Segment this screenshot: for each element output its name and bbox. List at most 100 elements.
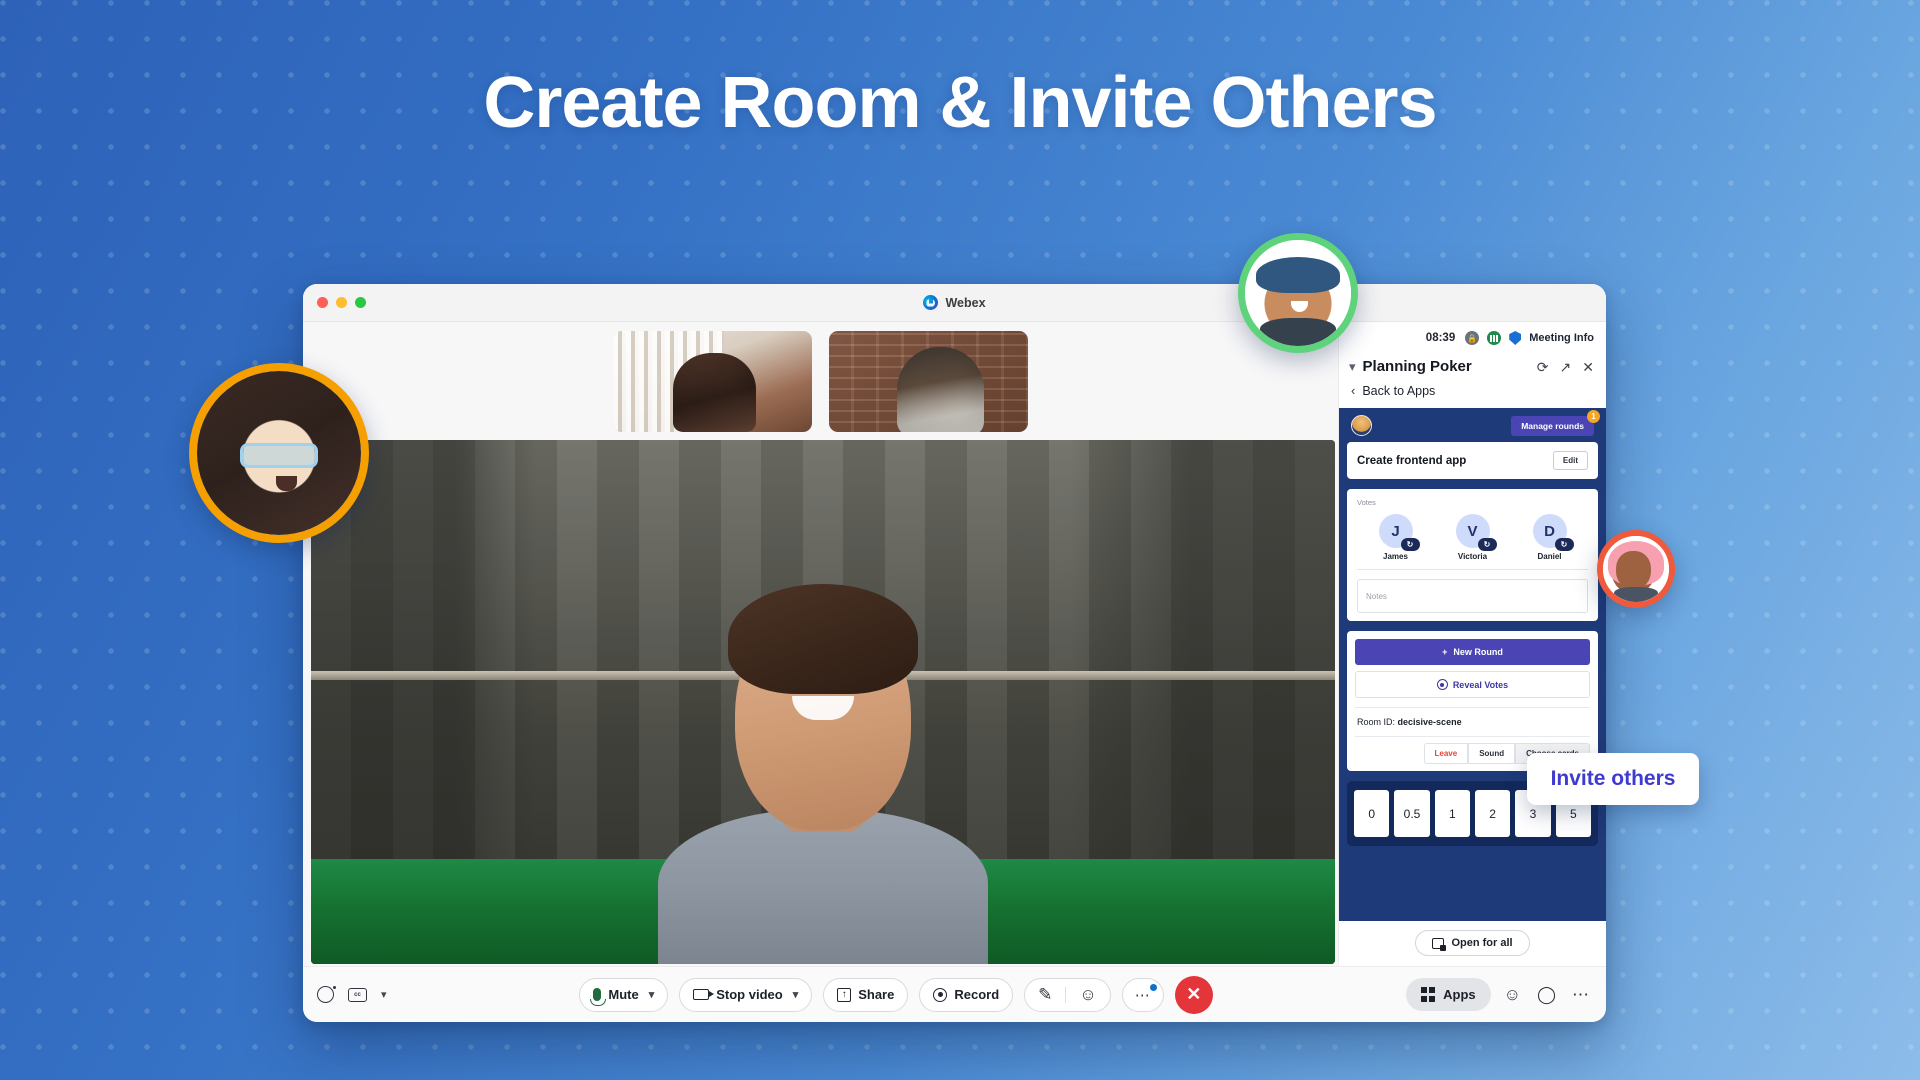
voter-item[interactable]: J ↻ James <box>1368 514 1424 561</box>
avatar-woman-sunglasses <box>189 363 369 543</box>
meeting-info-label[interactable]: Meeting Info <box>1529 332 1594 344</box>
voter-initial: V <box>1467 522 1478 540</box>
meeting-time: 08:39 <box>1425 332 1456 344</box>
voter-name: Daniel <box>1537 552 1562 561</box>
refresh-icon[interactable]: ⟳ <box>1535 360 1551 374</box>
poker-card[interactable]: 0.5 <box>1394 790 1430 837</box>
camera-icon <box>693 989 715 1000</box>
poker-card[interactable]: 0 <box>1354 790 1390 837</box>
eye-icon <box>1436 679 1448 690</box>
back-to-apps-button[interactable]: ‹ Back to Apps <box>1339 383 1606 408</box>
voter-name: Victoria <box>1457 552 1488 561</box>
stop-video-button[interactable]: Stop video ▾ <box>679 977 813 1012</box>
stop-video-label: Stop video <box>716 987 783 1002</box>
room-id-row: Room ID: decisive-scene <box>1355 707 1590 736</box>
notification-dot <box>1149 983 1157 991</box>
window-title-label: Webex <box>945 295 986 310</box>
lock-icon <box>1465 331 1480 345</box>
voter-item[interactable]: D ↻ Daniel <box>1522 514 1578 561</box>
votes-card: Votes J ↻ James V ↻ Victoria D ↻ Daniel … <box>1347 489 1598 621</box>
meeting-control-bar: cc ▾ Mute ▾ Stop video ▾ ↑ Share Record <box>303 966 1606 1022</box>
chevron-left-icon: ‹ <box>1351 383 1356 398</box>
panel-header: ▾ Planning Poker ⟳ ↗ ✕ <box>1339 354 1606 383</box>
more-options-icon[interactable]: ⋯ <box>1569 985 1592 1005</box>
active-speaker-video[interactable] <box>311 440 1335 964</box>
open-for-all-icon <box>1432 937 1447 951</box>
control-bar-left: cc ▾ <box>317 986 387 1003</box>
invite-others-tooltip[interactable]: Invite others <box>1527 753 1699 805</box>
room-id-prefix: Room ID: <box>1357 717 1396 727</box>
video-stage <box>303 322 1338 966</box>
share-button[interactable]: ↑ Share <box>823 977 909 1012</box>
window-body: 08:39 Meeting Info ▾ Planning Poker ⟳ ↗ … <box>303 322 1606 966</box>
mute-button[interactable]: Mute ▾ <box>579 977 669 1012</box>
open-for-all-button[interactable]: Open for all <box>1415 930 1530 956</box>
chevron-down-icon[interactable]: ▾ <box>793 988 799 1001</box>
end-call-button[interactable]: ✕ <box>1174 975 1213 1014</box>
sound-button[interactable]: Sound <box>1468 743 1516 764</box>
voter-avatar: V ↻ <box>1455 514 1497 551</box>
divider <box>1357 569 1588 570</box>
recording-status-icon[interactable] <box>317 986 336 1003</box>
record-label: Record <box>954 987 1000 1002</box>
participants-icon[interactable]: ☺ <box>1501 985 1524 1005</box>
topic-card: Create frontend app Edit <box>1347 442 1598 479</box>
apps-button[interactable]: Apps <box>1405 978 1491 1011</box>
window-titlebar: Webex <box>303 284 1606 322</box>
edit-topic-button[interactable]: Edit <box>1552 451 1588 470</box>
apps-grid-icon <box>1420 987 1436 1002</box>
leave-button[interactable]: Leave <box>1423 743 1469 764</box>
chevron-down-icon[interactable]: ▾ <box>381 988 387 1001</box>
avatar-shirt <box>1259 318 1337 346</box>
new-round-label: New Round <box>1453 647 1503 657</box>
chevron-down-icon[interactable]: ▾ <box>1349 360 1356 373</box>
person-smile <box>792 696 854 721</box>
pending-icon: ↻ <box>1477 538 1497 551</box>
active-speaker-person <box>658 576 988 964</box>
open-external-icon[interactable]: ↗ <box>1558 360 1574 374</box>
record-icon <box>933 987 948 1002</box>
poker-card[interactable]: 2 <box>1474 790 1511 837</box>
network-quality-icon[interactable] <box>1487 331 1502 345</box>
app-side-panel: 08:39 Meeting Info ▾ Planning Poker ⟳ ↗ … <box>1338 322 1606 966</box>
more-options-button[interactable]: ⋯ <box>1121 977 1164 1012</box>
close-icon[interactable]: ✕ <box>1580 360 1596 374</box>
participant-thumbnail-strip <box>303 322 1338 440</box>
poker-toolbar: Manage rounds 1 <box>1343 408 1602 442</box>
chevron-down-icon[interactable]: ▾ <box>649 988 655 1001</box>
room-id-value: decisive-scene <box>1397 717 1462 727</box>
participant-thumbnail[interactable] <box>613 330 812 432</box>
reactions-icon[interactable]: ☺ <box>1076 985 1099 1005</box>
user-avatar-icon <box>1351 415 1372 436</box>
control-bar-right: Apps ☺ ◯ ⋯ <box>1405 978 1592 1011</box>
topic-title: Create frontend app <box>1357 454 1467 467</box>
avatar-man-hat <box>1238 233 1358 353</box>
voter-initial: D <box>1544 522 1555 540</box>
voter-item[interactable]: V ↻ Victoria <box>1445 514 1501 561</box>
participant-thumbnail[interactable] <box>829 330 1028 432</box>
chat-icon[interactable]: ◯ <box>1534 985 1559 1005</box>
reveal-votes-button[interactable]: Reveal Votes <box>1355 671 1590 698</box>
divider <box>1065 986 1067 1003</box>
control-bar-center: Mute ▾ Stop video ▾ ↑ Share Record ✎ ☺ ⋯… <box>397 975 1396 1014</box>
annotate-icon[interactable]: ✎ <box>1035 985 1055 1005</box>
manage-rounds-label: Manage rounds <box>1521 420 1584 431</box>
notes-placeholder: Notes <box>1366 591 1387 601</box>
pending-icon: ↻ <box>1400 538 1420 551</box>
record-button[interactable]: Record <box>919 977 1014 1012</box>
closed-captions-icon[interactable]: cc <box>348 987 367 1002</box>
manage-rounds-button[interactable]: Manage rounds 1 <box>1511 409 1600 436</box>
panel-title: Planning Poker <box>1362 358 1472 375</box>
person-hair <box>728 584 918 694</box>
shield-icon <box>1509 331 1522 345</box>
poker-actions-card: + New Round Reveal Votes Room ID: decisi… <box>1347 631 1598 771</box>
notes-input[interactable]: Notes <box>1357 579 1588 613</box>
sunglasses-icon <box>239 443 319 468</box>
poker-card[interactable]: 1 <box>1434 790 1470 837</box>
open-for-all-bar: Open for all <box>1339 921 1606 966</box>
webex-app-window: Webex 08:39 🔒 Meeting Info ▾ Planning Po… <box>303 284 1606 1022</box>
hat-icon <box>1255 256 1341 293</box>
mute-label: Mute <box>608 987 639 1002</box>
annotate-reactions-group: ✎ ☺ <box>1024 977 1111 1012</box>
new-round-button[interactable]: + New Round <box>1355 639 1590 665</box>
